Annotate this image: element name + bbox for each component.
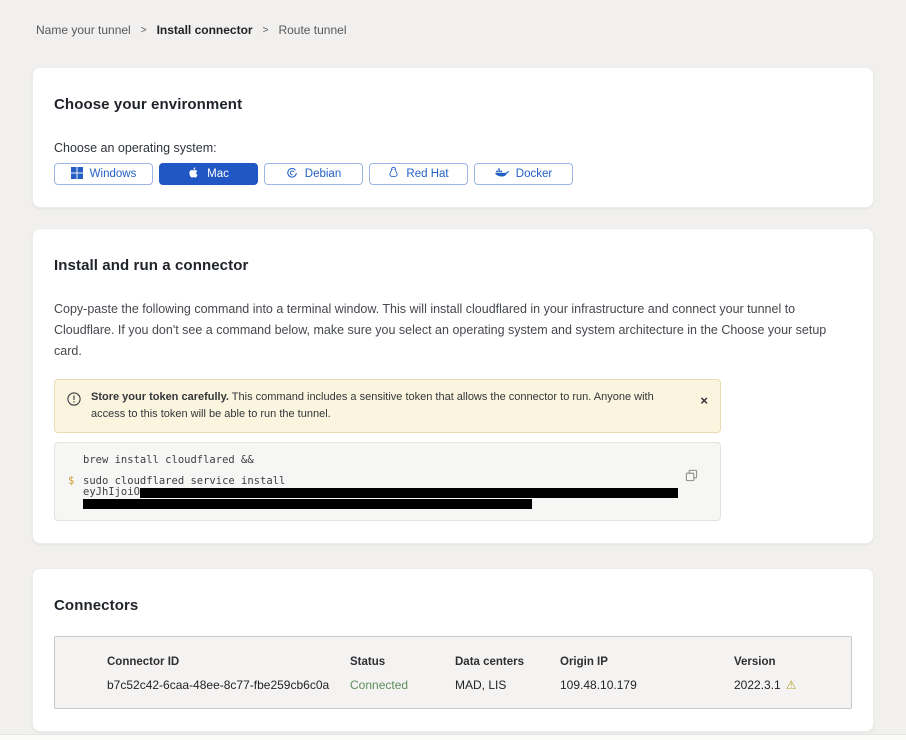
os-button-label: Debian	[305, 168, 341, 180]
install-description: Copy-paste the following command into a …	[54, 299, 852, 362]
col-header-data-centers: Data centers	[455, 656, 560, 668]
os-button-docker[interactable]: Docker	[474, 163, 573, 185]
page-content: Choose your environment Choose an operat…	[32, 67, 874, 740]
breadcrumb-install-connector[interactable]: Install connector	[157, 23, 253, 37]
connector-status-value: Connected	[350, 678, 455, 692]
breadcrumb-name-your-tunnel[interactable]: Name your tunnel	[36, 23, 131, 37]
connectors-card: Connectors Connector ID Status Data cent…	[32, 568, 874, 732]
redacted-token-bar	[140, 488, 678, 498]
apple-icon	[188, 166, 200, 182]
redacted-token-bar-2	[83, 499, 532, 509]
shell-prompt: $	[68, 476, 83, 509]
os-button-label: Windows	[90, 168, 137, 180]
token-warning-text: Store your token carefully. This command…	[91, 389, 684, 423]
col-header-origin-ip: Origin IP	[560, 656, 734, 668]
code-line-1: brew install cloudflared &&	[68, 455, 706, 466]
os-button-debian[interactable]: Debian	[264, 163, 363, 185]
bottom-edge-strip	[0, 734, 906, 740]
col-header-connector-id: Connector ID	[107, 656, 350, 668]
os-button-label: Red Hat	[406, 168, 448, 180]
version-warning-icon: ⚠	[786, 678, 797, 692]
breadcrumb-separator: >	[263, 25, 269, 36]
code-line-1-text: brew install cloudflared &&	[83, 455, 706, 466]
choose-environment-card: Choose your environment Choose an operat…	[32, 67, 874, 208]
breadcrumb: Name your tunnel > Install connector > R…	[0, 0, 906, 37]
code-line-2: $ sudo cloudflared service install eyJhI…	[68, 476, 706, 509]
code-line-2-block: sudo cloudflared service install eyJhIjo…	[83, 476, 706, 509]
copy-command-icon[interactable]	[685, 469, 698, 485]
connectors-table-header: Connector ID Status Data centers Origin …	[107, 656, 851, 668]
install-connector-title: Install and run a connector	[54, 257, 852, 274]
token-warning-banner: Store your token carefully. This command…	[54, 379, 721, 433]
token-warning-bold: Store your token carefully.	[91, 391, 229, 403]
os-button-windows[interactable]: Windows	[54, 163, 153, 185]
version-number: 2022.3.1	[734, 678, 781, 692]
os-select-label: Choose an operating system:	[54, 141, 852, 155]
col-header-version: Version	[734, 656, 851, 668]
connector-data-centers-value: MAD, LIS	[455, 678, 560, 692]
connectors-table: Connector ID Status Data centers Origin …	[54, 636, 852, 709]
alert-circle-icon	[67, 392, 81, 423]
redhat-linux-icon	[388, 166, 399, 182]
install-command-codeblock: brew install cloudflared && $ sudo cloud…	[54, 442, 721, 521]
os-button-group: Windows Mac Debian Red Hat	[54, 163, 852, 185]
connectors-title: Connectors	[54, 597, 852, 614]
install-connector-card: Install and run a connector Copy-paste t…	[32, 228, 874, 544]
docker-whale-icon	[495, 167, 509, 181]
os-button-label: Docker	[516, 168, 552, 180]
token-prefix: eyJhIjoiO	[83, 486, 140, 498]
os-button-redhat[interactable]: Red Hat	[369, 163, 468, 185]
col-header-status: Status	[350, 656, 455, 668]
os-button-mac[interactable]: Mac	[159, 163, 258, 185]
connector-table-row: b7c52c42-6caa-48ee-8c77-fbe259cb6c0a Con…	[107, 678, 851, 692]
choose-environment-title: Choose your environment	[54, 96, 852, 113]
connector-origin-ip-value: 109.48.10.179	[560, 678, 734, 692]
banner-close-icon[interactable]: ×	[700, 394, 708, 407]
token-line: eyJhIjoiO	[83, 486, 678, 498]
os-button-label: Mac	[207, 168, 229, 180]
prompt-spacer	[68, 455, 83, 466]
breadcrumb-route-tunnel[interactable]: Route tunnel	[278, 23, 346, 37]
windows-icon	[71, 167, 83, 182]
breadcrumb-separator: >	[141, 25, 147, 36]
debian-swirl-icon	[286, 167, 298, 182]
connector-version-value: 2022.3.1 ⚠	[734, 678, 851, 692]
connector-id-value: b7c52c42-6caa-48ee-8c77-fbe259cb6c0a	[107, 678, 350, 692]
